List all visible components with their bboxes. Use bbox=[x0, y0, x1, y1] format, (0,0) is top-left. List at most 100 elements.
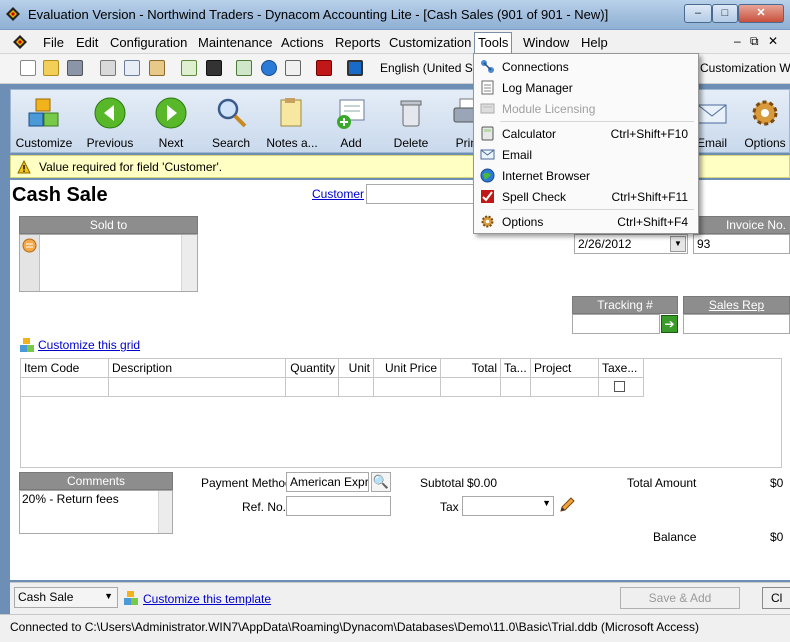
customer-link[interactable]: Customer bbox=[312, 187, 364, 201]
previous-button[interactable]: Previous bbox=[77, 90, 143, 152]
grid-header-total[interactable]: Total bbox=[441, 359, 501, 378]
close-window-button[interactable]: ✕ bbox=[738, 4, 784, 23]
comments-box[interactable]: 20% - Return fees bbox=[19, 490, 173, 534]
menu-help[interactable]: Help bbox=[578, 34, 611, 52]
grid-cell[interactable] bbox=[501, 378, 531, 397]
menu-configuration[interactable]: Configuration bbox=[107, 34, 190, 52]
app-menu-icon[interactable] bbox=[13, 35, 27, 49]
sales-rep-link[interactable]: Sales Rep bbox=[709, 298, 764, 312]
menu-file[interactable]: File bbox=[40, 34, 67, 52]
tools-menu-calculator[interactable]: Calculator Ctrl+Shift+F10 bbox=[476, 123, 696, 144]
screen-icon[interactable] bbox=[347, 60, 363, 76]
close-form-button[interactable]: Cl bbox=[762, 587, 790, 609]
new-document-icon[interactable] bbox=[20, 60, 36, 76]
tax-dropdown-icon[interactable]: ▼ bbox=[542, 498, 551, 508]
delete-button[interactable]: Delete bbox=[381, 90, 441, 152]
customize-grid-link[interactable]: Customize this grid bbox=[38, 338, 140, 352]
save-add-button[interactable]: Save & Add bbox=[620, 587, 740, 609]
paste-icon[interactable] bbox=[149, 60, 165, 76]
tools-menu-connections[interactable]: Connections bbox=[476, 56, 696, 77]
tax-select[interactable]: ▼ bbox=[462, 496, 554, 516]
mdi-minimize-button[interactable]: – bbox=[734, 34, 741, 48]
notes-button[interactable]: Notes a... bbox=[259, 90, 325, 152]
go-arrow-icon[interactable]: ➔ bbox=[661, 315, 678, 333]
date-field[interactable]: 2/26/2012 ▼ bbox=[574, 234, 688, 254]
sold-to-scrollbar[interactable] bbox=[181, 235, 197, 291]
date-dropdown-icon[interactable]: ▼ bbox=[670, 236, 686, 252]
menu-separator bbox=[500, 121, 694, 122]
email-label: Email bbox=[502, 148, 533, 162]
customize-button[interactable]: Customize bbox=[11, 90, 77, 152]
cut-icon[interactable] bbox=[100, 60, 116, 76]
grid-cell[interactable] bbox=[599, 378, 644, 397]
menu-customization[interactable]: Customization bbox=[386, 34, 474, 52]
grid-cell[interactable] bbox=[374, 378, 441, 397]
grid-cell[interactable] bbox=[531, 378, 599, 397]
payment-method-field[interactable]: American Express bbox=[286, 472, 369, 492]
save-icon[interactable] bbox=[67, 60, 83, 76]
grid-header-unit[interactable]: Unit bbox=[339, 359, 374, 378]
menu-actions[interactable]: Actions bbox=[278, 34, 327, 52]
address-selector[interactable] bbox=[20, 235, 40, 291]
options-button[interactable]: Options bbox=[739, 90, 790, 152]
grid-header-tax[interactable]: Ta... bbox=[501, 359, 531, 378]
ref-no-field[interactable] bbox=[286, 496, 391, 516]
window-title: Evaluation Version - Northwind Traders -… bbox=[28, 7, 609, 22]
edit-pencil-icon[interactable] bbox=[558, 496, 576, 514]
template-select[interactable]: Cash Sale ▼ bbox=[14, 587, 118, 608]
comments-scrollbar[interactable] bbox=[158, 491, 172, 533]
mdi-close-button[interactable]: ✕ bbox=[768, 34, 778, 48]
tools-menu-log-manager[interactable]: Log Manager bbox=[476, 77, 696, 98]
menu-window[interactable]: Window bbox=[520, 34, 572, 52]
grid-header-description[interactable]: Description bbox=[109, 359, 286, 378]
copy-icon[interactable] bbox=[124, 60, 140, 76]
grid-header-project[interactable]: Project bbox=[531, 359, 599, 378]
spell-check-shortcut: Ctrl+Shift+F11 bbox=[611, 190, 688, 204]
add-button[interactable]: Add bbox=[321, 90, 381, 152]
minimize-button[interactable]: – bbox=[684, 4, 712, 23]
grid-header-item-code[interactable]: Item Code bbox=[21, 359, 109, 378]
globe-icon[interactable] bbox=[261, 60, 277, 76]
comments-header: Comments bbox=[19, 472, 173, 490]
sales-rep-header[interactable]: Sales Rep bbox=[683, 296, 790, 314]
home-icon[interactable] bbox=[285, 60, 301, 76]
report-icon[interactable] bbox=[181, 60, 197, 76]
grid-cell[interactable] bbox=[441, 378, 501, 397]
search-label: Search bbox=[211, 136, 251, 150]
calendar-icon[interactable] bbox=[206, 60, 222, 76]
grid-cell[interactable] bbox=[286, 378, 339, 397]
balance-label: Balance bbox=[653, 530, 697, 544]
grid-header-quantity[interactable]: Quantity bbox=[286, 359, 339, 378]
email-icon[interactable] bbox=[236, 60, 252, 76]
tools-menu-internet-browser[interactable]: Internet Browser bbox=[476, 165, 696, 186]
open-folder-icon[interactable] bbox=[43, 60, 59, 76]
customer-input[interactable] bbox=[366, 184, 474, 204]
taxed-checkbox[interactable] bbox=[614, 381, 625, 392]
tracking-field[interactable] bbox=[572, 314, 660, 334]
customize-template-link[interactable]: Customize this template bbox=[143, 592, 271, 606]
sales-rep-field[interactable] bbox=[683, 314, 790, 334]
tools-menu-email[interactable]: Email bbox=[476, 144, 696, 165]
tools-dropdown-menu: Connections Log Manager Module Licensing… bbox=[473, 53, 699, 234]
maximize-button[interactable]: □ bbox=[712, 4, 738, 23]
grid-header-unit-price[interactable]: Unit Price bbox=[374, 359, 441, 378]
grid-cell[interactable] bbox=[109, 378, 286, 397]
grid-header-taxed[interactable]: Taxe... bbox=[599, 359, 644, 378]
search-button[interactable]: Search bbox=[199, 90, 263, 152]
customization-wizard-button[interactable]: Customization Wizard bbox=[700, 61, 790, 75]
tools-menu-options[interactable]: Options Ctrl+Shift+F4 bbox=[476, 211, 696, 232]
tools-menu-spell-check[interactable]: Spell Check Ctrl+Shift+F11 bbox=[476, 186, 696, 207]
payment-search-icon[interactable]: 🔍 bbox=[371, 472, 391, 492]
menu-tools[interactable]: Tools bbox=[474, 32, 513, 54]
sold-to-box[interactable] bbox=[19, 234, 198, 292]
spellcheck-icon[interactable] bbox=[316, 60, 332, 76]
invoice-no-field[interactable]: 93 bbox=[693, 234, 790, 254]
next-button[interactable]: Next bbox=[139, 90, 203, 152]
mdi-restore-button[interactable]: ⧉ bbox=[750, 34, 759, 49]
menu-reports[interactable]: Reports bbox=[332, 34, 384, 52]
app-logo-icon bbox=[6, 7, 20, 21]
menu-maintenance[interactable]: Maintenance bbox=[195, 34, 275, 52]
grid-cell[interactable] bbox=[339, 378, 374, 397]
grid-cell[interactable] bbox=[21, 378, 109, 397]
menu-edit[interactable]: Edit bbox=[73, 34, 101, 52]
